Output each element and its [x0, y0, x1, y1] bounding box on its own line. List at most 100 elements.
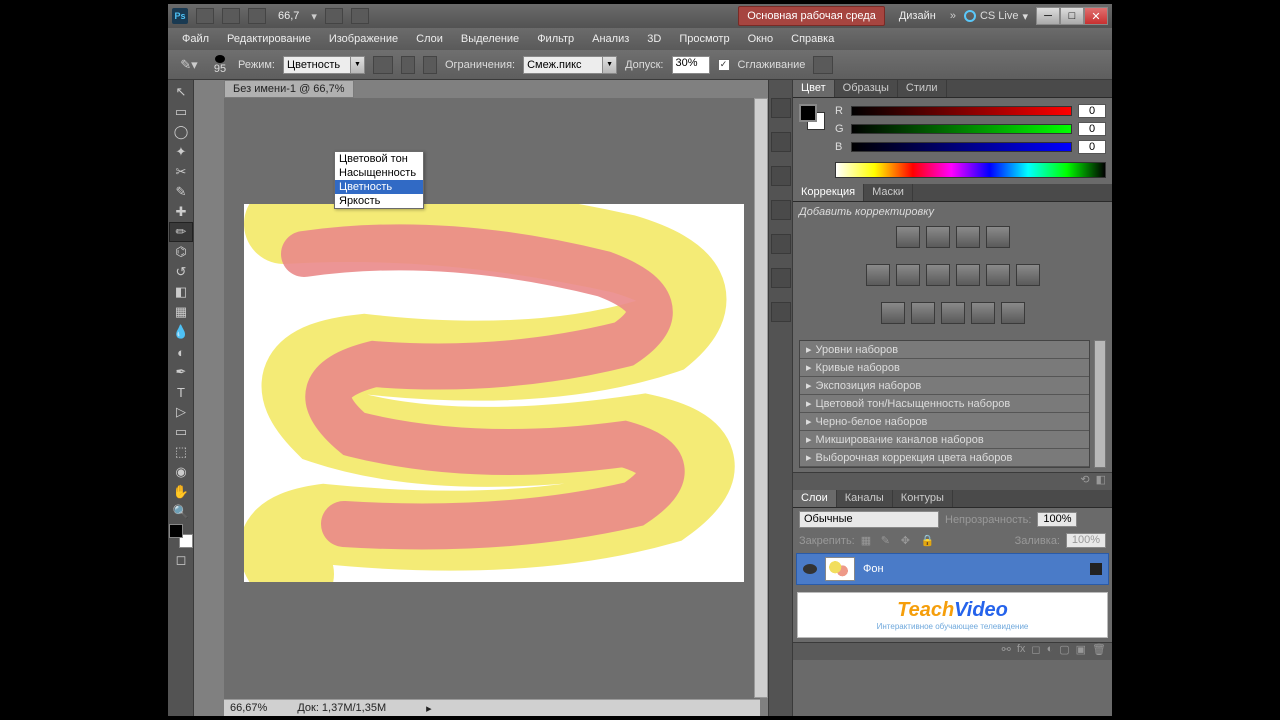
menu-help[interactable]: Справка — [783, 30, 842, 48]
colorbalance-icon[interactable] — [926, 264, 950, 286]
marquee-tool[interactable]: ▭ — [169, 102, 193, 122]
tab-layers[interactable]: Слои — [793, 490, 837, 507]
menu-layer[interactable]: Слои — [408, 30, 451, 48]
pen-tool[interactable]: ✒ — [169, 362, 193, 382]
dropdown-item-color[interactable]: Цветность — [335, 180, 423, 194]
arrange-icon[interactable] — [325, 8, 343, 24]
preset-curves[interactable]: ▸Кривые наборов — [800, 359, 1089, 377]
wand-tool[interactable]: ✦ — [169, 142, 193, 162]
bw-icon[interactable] — [956, 264, 980, 286]
stamp-tool[interactable]: ⌬ — [169, 242, 193, 262]
design-workspace[interactable]: Дизайн — [893, 7, 942, 25]
lock-all-icon[interactable]: 🔒 — [921, 534, 935, 548]
new-layer-icon[interactable]: ▣ — [1076, 643, 1086, 660]
vibrance-icon[interactable] — [866, 264, 890, 286]
tab-swatches[interactable]: Образцы — [835, 80, 898, 97]
dropdown-item-luminosity[interactable]: Яркость — [335, 194, 423, 208]
antialias-checkbox[interactable]: ✓ — [718, 59, 730, 71]
menu-edit[interactable]: Редактирование — [219, 30, 319, 48]
vertical-scrollbar[interactable] — [754, 98, 768, 698]
brush-preview[interactable]: 95 — [210, 55, 230, 75]
return-icon[interactable]: ⟲ — [1080, 473, 1089, 490]
tab-masks[interactable]: Маски — [864, 184, 913, 201]
history-panel-icon[interactable] — [771, 132, 791, 152]
workspace-switcher[interactable]: Основная рабочая среда — [738, 6, 885, 26]
tab-paths[interactable]: Контуры — [893, 490, 953, 507]
actions-panel-icon[interactable] — [771, 166, 791, 186]
preset-levels[interactable]: ▸Уровни наборов — [800, 341, 1089, 359]
path-tool[interactable]: ▷ — [169, 402, 193, 422]
menu-window[interactable]: Окно — [740, 30, 782, 48]
tab-channels[interactable]: Каналы — [837, 490, 893, 507]
zoom-tool[interactable]: 🔍 — [169, 502, 193, 522]
layer-row-background[interactable]: Фон — [796, 553, 1109, 585]
brush-tool[interactable]: ✏ — [169, 222, 193, 242]
blend-mode-select[interactable]: Обычные — [799, 511, 939, 528]
preset-bw[interactable]: ▸Черно-белое наборов — [800, 413, 1089, 431]
tolerance-input[interactable]: 30% — [672, 56, 710, 74]
clip-icon[interactable]: ◧ — [1096, 473, 1106, 490]
sampling-icon[interactable] — [373, 56, 393, 74]
g-slider[interactable] — [851, 124, 1072, 134]
dodge-tool[interactable]: ◐ — [169, 342, 193, 362]
group-icon[interactable]: ▢ — [1059, 643, 1069, 660]
menu-image[interactable]: Изображение — [321, 30, 406, 48]
crop-tool[interactable]: ✂ — [169, 162, 193, 182]
type-tool[interactable]: T — [169, 382, 193, 402]
limits-select[interactable]: Смеж.пикс ▼ — [523, 56, 617, 74]
b-slider[interactable] — [851, 142, 1072, 152]
photofilter-icon[interactable] — [986, 264, 1010, 286]
document-tab[interactable]: Без имени-1 @ 66,7% — [224, 80, 354, 98]
fgbg-swatch[interactable] — [799, 104, 825, 130]
trash-icon[interactable]: 🗑 — [1092, 643, 1106, 660]
layer-thumbnail[interactable] — [825, 557, 855, 581]
tool-preset-icon[interactable]: ✎▾ — [177, 55, 201, 75]
3d-tool[interactable]: ⬚ — [169, 442, 193, 462]
blur-tool[interactable]: 💧 — [169, 322, 193, 342]
preset-huesat[interactable]: ▸Цветовой тон/Насыщенность наборов — [800, 395, 1089, 413]
exposure-icon[interactable] — [986, 226, 1010, 248]
menu-filter[interactable]: Фильтр — [529, 30, 582, 48]
dropdown-item-hue[interactable]: Цветовой тон — [335, 152, 423, 166]
brightness-icon[interactable] — [896, 226, 920, 248]
eraser-tool[interactable]: ◧ — [169, 282, 193, 302]
eyedropper-tool[interactable]: ✎ — [169, 182, 193, 202]
maximize-button[interactable]: □ — [1060, 7, 1084, 25]
gradientmap-icon[interactable] — [971, 302, 995, 324]
link-icon[interactable]: ⚯ — [1002, 643, 1011, 660]
lasso-tool[interactable]: ◯ — [169, 122, 193, 142]
paragraph-panel-icon[interactable] — [771, 234, 791, 254]
opacity-value[interactable]: 100% — [1037, 512, 1077, 527]
b-value[interactable]: 0 — [1078, 140, 1106, 154]
preset-exposure[interactable]: ▸Экспозиция наборов — [800, 377, 1089, 395]
preset-scrollbar[interactable] — [1094, 340, 1106, 468]
posterize-icon[interactable] — [911, 302, 935, 324]
status-zoom[interactable]: 66,67% — [230, 702, 267, 714]
layer-name[interactable]: Фон — [863, 563, 884, 575]
color-swatches[interactable] — [169, 524, 193, 548]
canvas[interactable] — [244, 204, 744, 582]
cslive-button[interactable]: CS Live▾ — [964, 10, 1028, 23]
menu-analysis[interactable]: Анализ — [584, 30, 637, 48]
close-button[interactable]: ✕ — [1084, 7, 1108, 25]
fill-value[interactable]: 100% — [1066, 533, 1106, 548]
move-tool[interactable]: ↖ — [169, 82, 193, 102]
shape-tool[interactable]: ▭ — [169, 422, 193, 442]
visibility-icon[interactable] — [803, 564, 817, 574]
menu-select[interactable]: Выделение — [453, 30, 527, 48]
zoom-level[interactable]: 66,7 — [274, 10, 303, 22]
minibridge-panel-icon[interactable] — [771, 98, 791, 118]
pressure-icon[interactable] — [813, 56, 833, 74]
curves-icon[interactable] — [956, 226, 980, 248]
preset-channelmix[interactable]: ▸Микширование каналов наборов — [800, 431, 1089, 449]
view-extras-icon[interactable] — [248, 8, 266, 24]
adjustment-layer-icon[interactable]: ◐ — [1047, 643, 1054, 660]
hand-tool[interactable]: ✋ — [169, 482, 193, 502]
menu-file[interactable]: Файл — [174, 30, 217, 48]
lock-pixels-icon[interactable]: ✎ — [881, 534, 895, 548]
sampling-once-icon[interactable] — [401, 56, 415, 74]
r-value[interactable]: 0 — [1078, 104, 1106, 118]
bridge-icon[interactable] — [196, 8, 214, 24]
menu-view[interactable]: Просмотр — [671, 30, 737, 48]
levels-icon[interactable] — [926, 226, 950, 248]
